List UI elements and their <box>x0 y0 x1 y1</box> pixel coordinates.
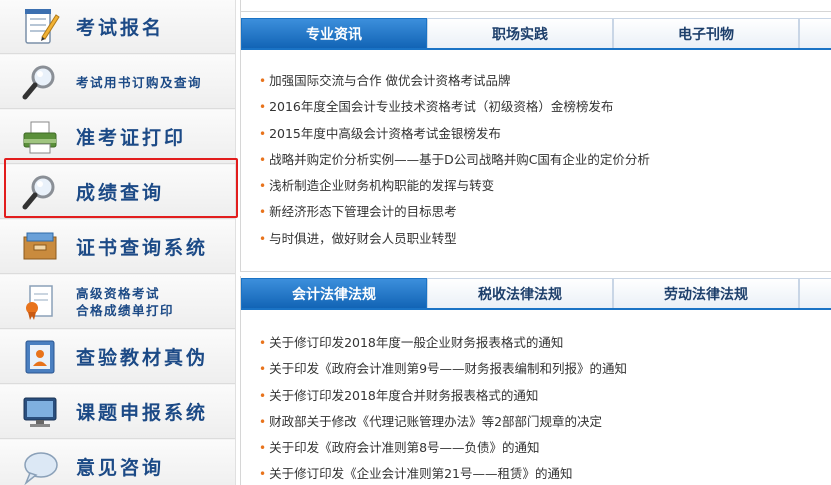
label-line-2: 合格成绩单打印 <box>76 302 175 318</box>
law-link[interactable]: 关于印发《政府会计准则第9号——财务报表编制和列报》的通知 <box>269 361 627 376</box>
bullet-icon: • <box>259 388 267 403</box>
tab-accounting-law[interactable]: 会计法律法规 <box>241 278 427 308</box>
news-tabs: 专业资讯 职场实践 电子刊物 <box>241 18 831 50</box>
law-link[interactable]: 关于修订印发2018年度合并财务报表格式的通知 <box>269 388 538 403</box>
tab-workplace-practice[interactable]: 职场实践 <box>427 18 613 48</box>
label-line-1: 高级资格考试 <box>76 285 161 301</box>
bullet-icon: • <box>259 467 267 482</box>
law-panel: 会计法律法规 税收法律法规 劳动法律法规 • 关于修订印发2018年度一般企业财务… <box>240 276 831 485</box>
bullet-icon: • <box>259 231 267 246</box>
sidebar: 考试报名 考试用书订购及查询 准考证打印 成绩查询 证书查询系统 高级资格考试 … <box>0 0 236 485</box>
sidebar-item-label: 查验教材真伪 <box>76 347 209 369</box>
news-link[interactable]: 战略并购定价分析实例——基于D公司战略并购C国有企业的定价分析 <box>269 152 650 167</box>
sidebar-item-label: 考试用书订购及查询 <box>76 75 203 90</box>
list-item[interactable]: • 关于修订印发《企业会计准则第21号——租赁》的通知 <box>259 461 627 485</box>
news-link[interactable]: 新经济形态下管理会计的目标思考 <box>269 204 457 219</box>
news-link[interactable]: 浅析制造企业财务机构职能的发挥与转变 <box>269 178 494 193</box>
printer-icon <box>18 115 62 159</box>
tab-professional-news[interactable]: 专业资讯 <box>241 18 427 48</box>
id-book-icon <box>18 335 62 379</box>
news-link[interactable]: 与时俱进，做好财会人员职业转型 <box>269 231 457 246</box>
top-strip <box>241 0 831 12</box>
magnifier-icon <box>18 60 62 104</box>
bullet-icon: • <box>259 362 267 377</box>
bullet-icon: • <box>259 152 267 167</box>
law-tabs: 会计法律法规 税收法律法规 劳动法律法规 <box>241 278 831 310</box>
bullet-icon: • <box>259 179 267 194</box>
list-item[interactable]: • 关于修订印发2018年度合并财务报表格式的通知 <box>259 383 627 409</box>
bullet-icon: • <box>259 100 267 115</box>
list-item[interactable]: • 关于印发《政府会计准则第8号——负债》的通知 <box>259 435 627 461</box>
bullet-icon: • <box>259 74 267 88</box>
law-link[interactable]: 关于修订印发《企业会计准则第21号——租赁》的通知 <box>269 466 572 481</box>
law-list: • 关于修订印发2018年度一般企业财务报表格式的通知 • 关于印发《政府会计准则第… <box>259 330 627 485</box>
tab-labor-law[interactable]: 劳动法律法规 <box>613 278 799 308</box>
sidebar-item-feedback[interactable]: 意见咨询 <box>0 440 235 485</box>
news-list: • 加强国际交流与合作 做优会计资格考试品牌 • 2016年度全国会计专业技术资格考… <box>259 68 650 252</box>
bullet-icon: • <box>259 205 267 220</box>
sidebar-item-exam-registration[interactable]: 考试报名 <box>0 0 235 54</box>
list-item[interactable]: • 新经济形态下管理会计的目标思考 <box>259 199 650 225</box>
magnifier-icon <box>18 170 62 214</box>
list-item[interactable]: • 2015年度中高级会计资格考试金银榜发布 <box>259 121 650 147</box>
sidebar-item-label: 高级资格考试 合格成绩单打印 <box>76 285 174 319</box>
list-item[interactable]: • 加强国际交流与合作 做优会计资格考试品牌 <box>259 68 650 94</box>
law-link[interactable]: 关于印发《政府会计准则第8号——负债》的通知 <box>269 440 539 455</box>
news-panel: 专业资讯 职场实践 电子刊物 • 加强国际交流与合作 做优会计资格考试品牌 • 20… <box>240 0 831 272</box>
tab-tax-law[interactable]: 税收法律法规 <box>427 278 613 308</box>
sidebar-item-certificate-query[interactable]: 证书查询系统 <box>0 220 235 274</box>
list-item[interactable]: • 战略并购定价分析实例——基于D公司战略并购C国有企业的定价分析 <box>259 147 650 173</box>
sidebar-item-book-order[interactable]: 考试用书订购及查询 <box>0 55 235 109</box>
sidebar-item-admission-ticket-print[interactable]: 准考证打印 <box>0 110 235 164</box>
news-link[interactable]: 加强国际交流与合作 做优会计资格考试品牌 <box>269 73 510 88</box>
notepad-pencil-icon <box>18 5 62 49</box>
sidebar-item-label: 考试报名 <box>76 17 165 39</box>
tab-e-publications[interactable]: 电子刊物 <box>613 18 799 48</box>
news-link[interactable]: 2015年度中高级会计资格考试金银榜发布 <box>269 126 501 141</box>
tab-filler <box>799 278 831 308</box>
sidebar-item-label: 意见咨询 <box>76 457 165 479</box>
sidebar-item-label: 课题申报系统 <box>76 402 209 424</box>
sidebar-item-senior-score-print[interactable]: 高级资格考试 合格成绩单打印 <box>0 275 235 329</box>
monitor-icon <box>18 390 62 434</box>
tab-filler <box>799 18 831 48</box>
sidebar-item-label: 证书查询系统 <box>76 237 209 259</box>
list-item[interactable]: • 关于修订印发2018年度一般企业财务报表格式的通知 <box>259 330 627 356</box>
bullet-icon: • <box>259 441 267 456</box>
archive-box-icon <box>18 225 62 269</box>
sidebar-item-textbook-verify[interactable]: 查验教材真伪 <box>0 330 235 384</box>
bullet-icon: • <box>259 126 267 141</box>
law-link[interactable]: 关于修订印发2018年度一般企业财务报表格式的通知 <box>269 335 563 350</box>
sidebar-item-label: 成绩查询 <box>76 182 165 204</box>
sidebar-item-score-query[interactable]: 成绩查询 <box>0 165 235 219</box>
list-item[interactable]: • 2016年度全国会计专业技术资格考试（初级资格）金榜榜发布 <box>259 94 650 120</box>
bullet-icon: • <box>259 336 267 350</box>
list-item[interactable]: • 关于印发《政府会计准则第9号——财务报表编制和列报》的通知 <box>259 356 627 382</box>
law-link[interactable]: 财政部关于修改《代理记账管理办法》等2部部门规章的决定 <box>269 414 602 429</box>
certificate-ribbon-icon <box>18 280 62 324</box>
sidebar-item-topic-application[interactable]: 课题申报系统 <box>0 385 235 439</box>
list-item[interactable]: • 与时俱进，做好财会人员职业转型 <box>259 226 650 252</box>
list-item[interactable]: • 财政部关于修改《代理记账管理办法》等2部部门规章的决定 <box>259 409 627 435</box>
news-link[interactable]: 2016年度全国会计专业技术资格考试（初级资格）金榜榜发布 <box>269 99 613 114</box>
list-item[interactable]: • 浅析制造企业财务机构职能的发挥与转变 <box>259 173 650 199</box>
speech-bubble-icon <box>18 445 62 485</box>
bullet-icon: • <box>259 414 267 429</box>
sidebar-item-label: 准考证打印 <box>76 127 187 149</box>
